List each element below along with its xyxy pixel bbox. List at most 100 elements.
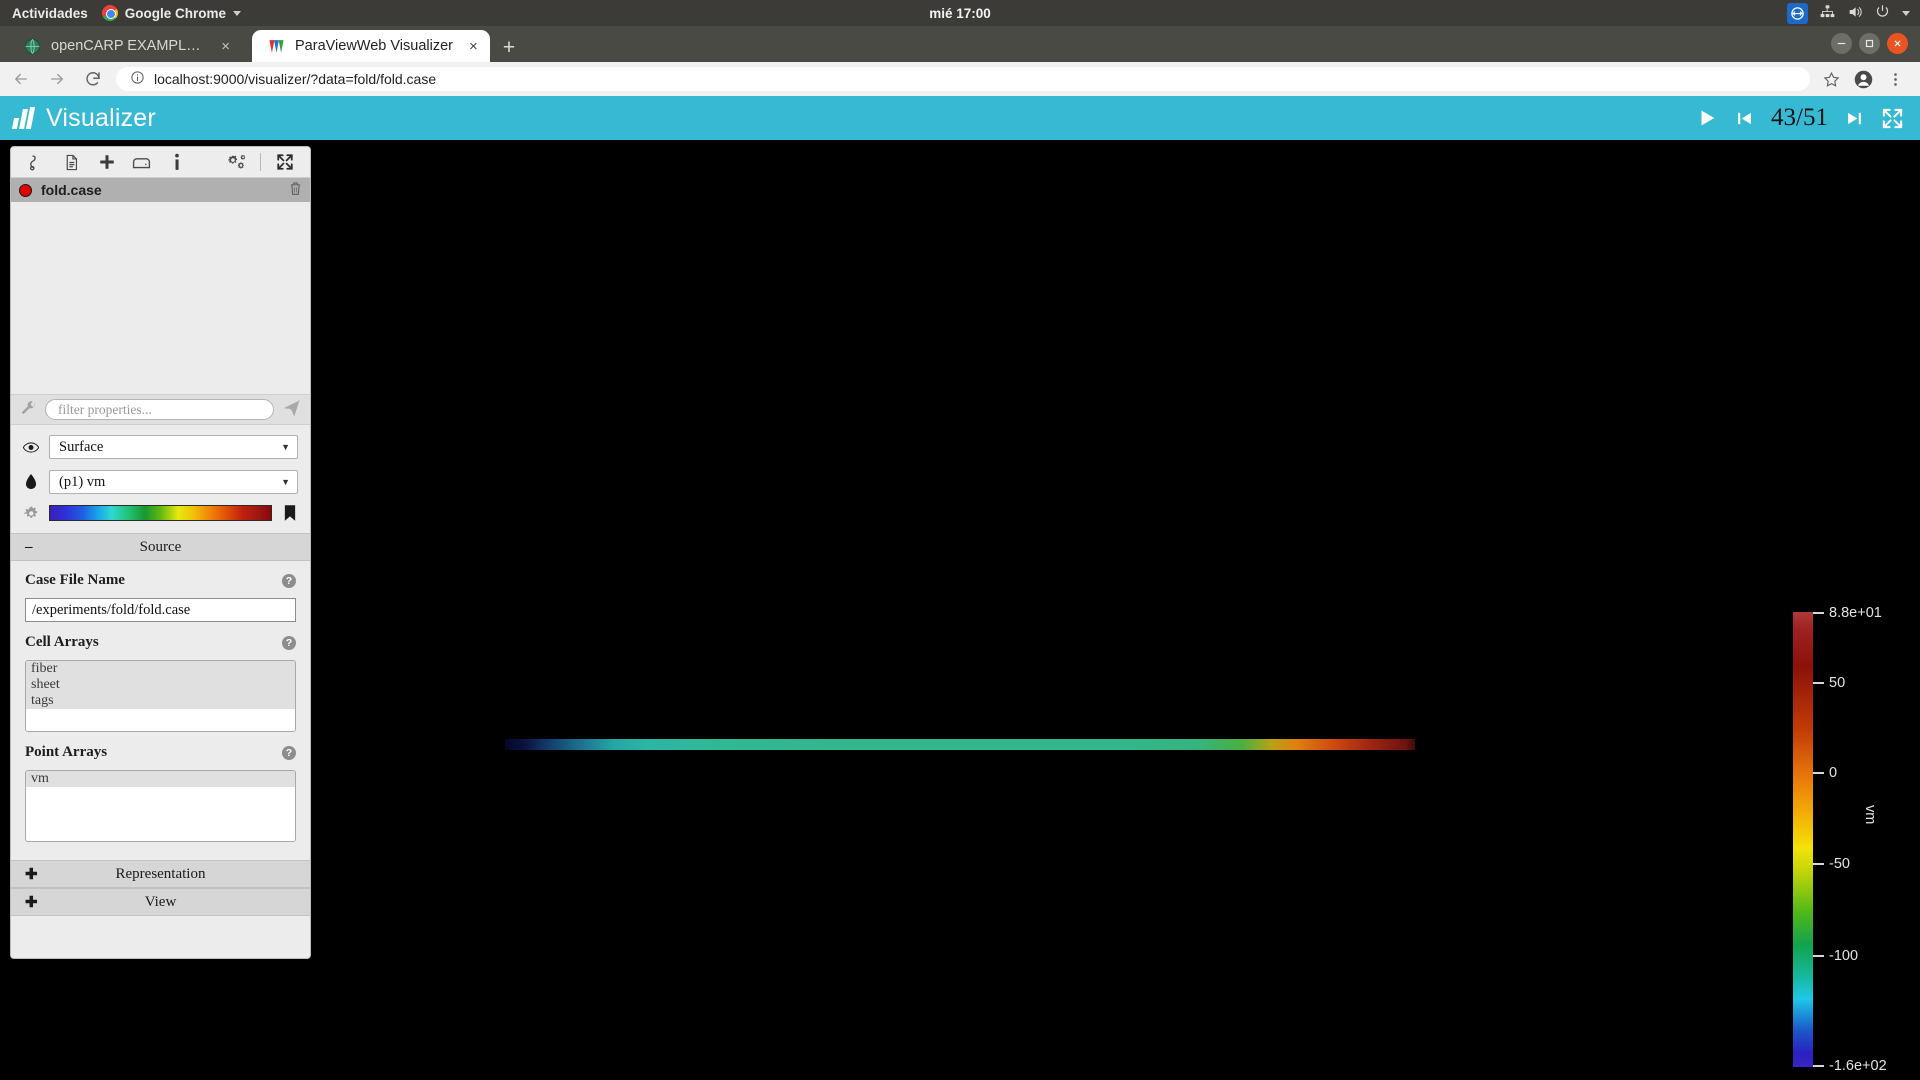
legend-label: 8.8e+01 — [1829, 605, 1882, 621]
page-title: Visualizer — [46, 103, 156, 132]
gnome-left-group: Actividades Google Chrome — [0, 5, 242, 21]
help-icon[interactable]: ? — [282, 635, 296, 650]
account-icon[interactable] — [1850, 66, 1876, 92]
new-tab-button[interactable]: + — [498, 37, 520, 60]
window-close-button[interactable] — [1887, 33, 1908, 54]
three-dot-menu-icon[interactable] — [1882, 66, 1908, 92]
search-input[interactable] — [45, 399, 274, 420]
accordion-source[interactable]: – Source — [11, 533, 310, 561]
browser-tab-strip: openCARP EXAMPLES × ParaViewWeb Visualiz… — [0, 26, 1920, 62]
legend-tick — [1813, 863, 1824, 865]
chevron-down-icon: ▼ — [281, 442, 290, 452]
accordion-view[interactable]: ✚ View — [11, 888, 310, 916]
accordion-representation[interactable]: ✚ Representation — [11, 860, 310, 888]
accordion-label: Representation — [115, 865, 206, 882]
cell-arrays-list[interactable]: fiber sheet tags — [25, 660, 296, 732]
coloring-row: (p1) vm ▼ — [23, 470, 298, 494]
eye-icon[interactable] — [23, 441, 39, 454]
legend-label: 50 — [1829, 675, 1846, 691]
teamviewer-icon[interactable] — [1787, 2, 1808, 24]
cell-arrays-label-row: Cell Arrays ? — [25, 634, 296, 651]
back-button[interactable] — [6, 64, 36, 94]
activities-button[interactable]: Actividades — [12, 6, 88, 21]
case-file-label-row: Case File Name ? — [25, 572, 296, 589]
settings-icon[interactable] — [219, 147, 254, 178]
address-bar[interactable]: localhost:9000/visualizer/?data=fold/fol… — [116, 67, 1810, 91]
source-properties: Case File Name ? /experiments/fold/fold.… — [11, 561, 310, 860]
coloring-select[interactable]: (p1) vm ▼ — [49, 470, 298, 494]
list-item[interactable]: sheet — [26, 677, 295, 693]
bookmark-icon[interactable] — [282, 505, 298, 521]
pipeline-browser[interactable]: fold.case — [11, 178, 310, 394]
info-circle-icon[interactable] — [130, 70, 145, 88]
power-icon[interactable] — [1875, 4, 1890, 22]
chevron-down-icon[interactable] — [1902, 10, 1910, 16]
forward-button[interactable] — [42, 64, 72, 94]
next-frame-button[interactable] — [1846, 109, 1863, 128]
color-map-preview[interactable] — [49, 505, 272, 521]
browser-tab-1[interactable]: ParaViewWeb Visualizer × — [252, 30, 490, 62]
legend-tick — [1813, 1065, 1824, 1067]
address-bar-url: localhost:9000/visualizer/?data=fold/fol… — [154, 71, 437, 87]
gear-icon[interactable] — [23, 505, 39, 521]
window-maximize-button[interactable] — [1859, 33, 1880, 54]
wrench-icon[interactable] — [20, 400, 37, 420]
app-menu-button[interactable]: Google Chrome — [101, 5, 242, 21]
previous-frame-button[interactable] — [1736, 109, 1753, 128]
tab-close-icon[interactable]: × — [221, 38, 230, 55]
reload-button[interactable] — [78, 64, 108, 94]
representation-select[interactable]: Surface ▼ — [49, 435, 298, 459]
control-panel: fold.case filter properties... Surface ▼… — [10, 146, 311, 959]
chevron-down-icon — [233, 10, 242, 16]
color-map-row — [23, 505, 298, 521]
pointer-icon[interactable] — [19, 147, 54, 178]
window-minimize-button[interactable] — [1831, 33, 1852, 54]
legend-tick — [1813, 772, 1824, 774]
star-icon[interactable] — [1818, 66, 1844, 92]
save-icon[interactable] — [124, 147, 159, 178]
list-item[interactable]: fiber — [26, 661, 295, 677]
legend-title: vm — [1862, 805, 1878, 825]
case-file-input[interactable]: /experiments/fold/fold.case — [25, 598, 296, 622]
pipeline-item-fold-case[interactable]: fold.case — [11, 178, 310, 202]
browser-tab-title: ParaViewWeb Visualizer — [295, 38, 453, 54]
activities-label: Actividades — [12, 5, 88, 21]
fullscreen-icon[interactable] — [1881, 107, 1904, 130]
case-file-label: Case File Name — [25, 572, 125, 588]
case-file-value: /experiments/fold/fold.case — [32, 601, 191, 618]
list-empty-space — [26, 787, 295, 841]
frame-counter: 43/51 — [1771, 104, 1828, 131]
trash-icon[interactable] — [289, 181, 302, 199]
legend-tick — [1813, 682, 1824, 684]
play-button[interactable] — [1696, 107, 1718, 129]
add-icon[interactable] — [89, 147, 124, 178]
window-controls — [1831, 33, 1908, 54]
accordion-label: View — [144, 893, 177, 910]
collapse-icon: – — [25, 538, 33, 555]
tab-close-icon[interactable]: × — [469, 38, 478, 55]
browser-tab-0[interactable]: openCARP EXAMPLES × — [8, 30, 240, 62]
expand-icon: ✚ — [25, 894, 38, 911]
help-icon[interactable]: ? — [282, 573, 296, 588]
info-icon[interactable] — [159, 147, 194, 178]
visibility-dot-icon[interactable] — [19, 183, 32, 197]
gnome-top-bar: Actividades Google Chrome mié 17:00 — [0, 0, 1920, 26]
legend-label: -100 — [1829, 948, 1859, 964]
app-header: Visualizer 43/51 — [0, 96, 1920, 140]
clock: mié 17:00 — [929, 5, 991, 21]
point-arrays-list[interactable]: vm — [25, 770, 296, 842]
help-icon[interactable]: ? — [282, 745, 296, 760]
expand-icon[interactable] — [267, 147, 302, 178]
network-icon[interactable] — [1820, 4, 1835, 22]
volume-icon[interactable] — [1847, 4, 1863, 23]
list-item[interactable]: vm — [26, 771, 295, 787]
file-icon[interactable] — [54, 147, 89, 178]
mesh-geometry — [505, 739, 1415, 750]
apply-icon[interactable] — [282, 399, 301, 421]
list-item[interactable]: tags — [26, 693, 295, 709]
cell-arrays-label: Cell Arrays — [25, 634, 99, 650]
color-legend-gradient — [1793, 612, 1813, 1067]
browser-toolbar: localhost:9000/visualizer/?data=fold/fol… — [0, 62, 1920, 96]
droplet-icon[interactable] — [23, 474, 39, 490]
legend-label: -1.6e+02 — [1829, 1058, 1887, 1074]
